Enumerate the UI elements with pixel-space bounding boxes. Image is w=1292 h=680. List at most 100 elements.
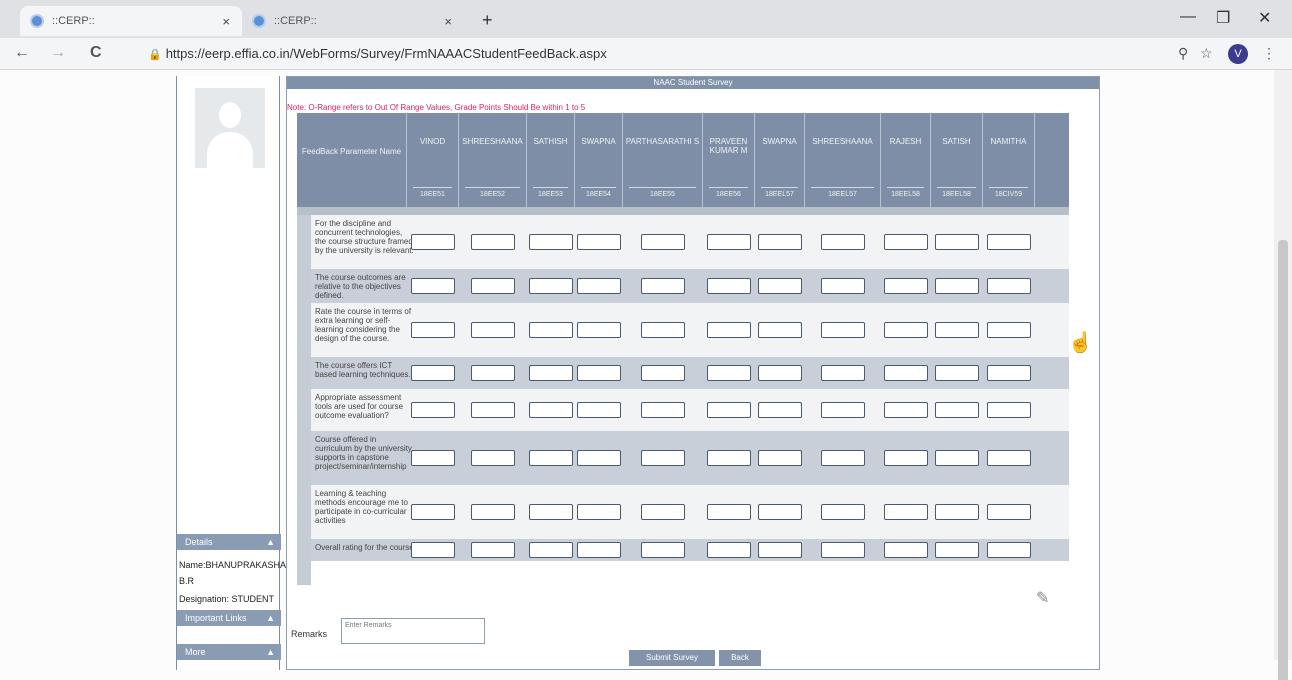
grade-input[interactable] xyxy=(987,234,1031,250)
grade-input[interactable] xyxy=(821,365,865,381)
remarks-field[interactable] xyxy=(341,618,485,644)
url-field[interactable]: 🔒 https://eerp.effia.co.in/WebForms/Surve… xyxy=(148,46,607,61)
close-tab-icon[interactable]: × xyxy=(444,14,452,29)
grade-input[interactable] xyxy=(884,504,928,520)
grade-input[interactable] xyxy=(411,234,455,250)
kebab-menu-icon[interactable]: ⋮ xyxy=(1262,45,1276,62)
tab-cerp-1[interactable]: ::CERP:: × xyxy=(20,6,242,36)
grade-input[interactable] xyxy=(411,322,455,338)
grade-input[interactable] xyxy=(758,278,802,294)
collapse-icon[interactable]: ▲ xyxy=(266,534,275,550)
grade-input[interactable] xyxy=(884,234,928,250)
grade-input[interactable] xyxy=(987,504,1031,520)
grade-input[interactable] xyxy=(987,365,1031,381)
reload-icon[interactable]: C xyxy=(90,44,102,62)
grade-input[interactable] xyxy=(529,450,573,466)
grade-input[interactable] xyxy=(641,450,685,466)
minimize-button[interactable]: — xyxy=(1180,8,1196,26)
grade-input[interactable] xyxy=(987,450,1031,466)
grade-input[interactable] xyxy=(707,365,751,381)
grade-input[interactable] xyxy=(821,504,865,520)
grade-input[interactable] xyxy=(641,402,685,418)
grade-input[interactable] xyxy=(471,542,515,558)
grade-input[interactable] xyxy=(821,234,865,250)
grade-input[interactable] xyxy=(641,504,685,520)
important-links-header[interactable]: Important Links ▲ xyxy=(177,610,281,626)
grade-input[interactable] xyxy=(821,322,865,338)
back-icon[interactable]: ← xyxy=(14,44,30,62)
profile-avatar[interactable]: V xyxy=(1228,44,1248,64)
grade-input[interactable] xyxy=(758,542,802,558)
scroll-thumb[interactable] xyxy=(1278,240,1288,680)
grade-input[interactable] xyxy=(411,365,455,381)
star-icon[interactable]: ☆ xyxy=(1200,45,1213,62)
grade-input[interactable] xyxy=(821,450,865,466)
close-tab-icon[interactable]: × xyxy=(222,14,230,29)
grade-input[interactable] xyxy=(471,278,515,294)
grade-input[interactable] xyxy=(707,542,751,558)
grade-input[interactable] xyxy=(471,322,515,338)
grade-input[interactable] xyxy=(884,278,928,294)
submit-survey-button[interactable]: Submit Survey xyxy=(629,650,715,666)
grade-input[interactable] xyxy=(411,402,455,418)
grade-input[interactable] xyxy=(641,322,685,338)
grade-input[interactable] xyxy=(935,542,979,558)
page-scrollbar[interactable] xyxy=(1274,70,1292,680)
restore-button[interactable]: ❐ xyxy=(1216,8,1230,28)
grade-input[interactable] xyxy=(935,450,979,466)
grade-input[interactable] xyxy=(935,278,979,294)
grade-input[interactable] xyxy=(707,450,751,466)
grade-input[interactable] xyxy=(471,504,515,520)
grade-input[interactable] xyxy=(987,322,1031,338)
grade-input[interactable] xyxy=(641,278,685,294)
grade-input[interactable] xyxy=(884,402,928,418)
grade-input[interactable] xyxy=(577,450,621,466)
grade-input[interactable] xyxy=(707,278,751,294)
grade-input[interactable] xyxy=(987,402,1031,418)
grade-input[interactable] xyxy=(758,450,802,466)
grade-input[interactable] xyxy=(471,402,515,418)
grade-input[interactable] xyxy=(411,450,455,466)
grade-input[interactable] xyxy=(935,504,979,520)
grade-input[interactable] xyxy=(935,322,979,338)
grade-input[interactable] xyxy=(577,365,621,381)
grade-input[interactable] xyxy=(884,365,928,381)
grade-input[interactable] xyxy=(707,322,751,338)
more-panel-header[interactable]: More ▲ xyxy=(177,644,281,660)
back-button[interactable]: Back xyxy=(719,650,761,666)
collapse-icon[interactable]: ▲ xyxy=(266,644,275,660)
grade-input[interactable] xyxy=(529,402,573,418)
grade-input[interactable] xyxy=(529,542,573,558)
collapse-icon[interactable]: ▲ xyxy=(266,610,275,626)
grade-input[interactable] xyxy=(577,504,621,520)
grade-input[interactable] xyxy=(758,234,802,250)
grade-input[interactable] xyxy=(577,278,621,294)
grade-input[interactable] xyxy=(641,234,685,250)
grade-input[interactable] xyxy=(471,450,515,466)
grade-input[interactable] xyxy=(529,234,573,250)
grade-input[interactable] xyxy=(707,504,751,520)
grade-input[interactable] xyxy=(529,365,573,381)
grade-input[interactable] xyxy=(884,542,928,558)
grade-input[interactable] xyxy=(411,504,455,520)
grade-input[interactable] xyxy=(529,278,573,294)
grade-input[interactable] xyxy=(471,365,515,381)
zoom-icon[interactable]: ⚲ xyxy=(1178,45,1188,62)
grade-input[interactable] xyxy=(758,365,802,381)
grade-input[interactable] xyxy=(987,542,1031,558)
grade-input[interactable] xyxy=(471,234,515,250)
grade-input[interactable] xyxy=(935,365,979,381)
grade-input[interactable] xyxy=(821,278,865,294)
tab-cerp-2[interactable]: ::CERP:: × xyxy=(242,6,464,36)
grade-input[interactable] xyxy=(707,234,751,250)
grade-input[interactable] xyxy=(577,322,621,338)
grade-input[interactable] xyxy=(577,402,621,418)
grade-input[interactable] xyxy=(758,504,802,520)
grade-input[interactable] xyxy=(411,278,455,294)
grade-input[interactable] xyxy=(758,322,802,338)
grade-input[interactable] xyxy=(529,322,573,338)
grade-input[interactable] xyxy=(641,542,685,558)
grade-input[interactable] xyxy=(529,504,573,520)
grade-input[interactable] xyxy=(821,402,865,418)
grade-input[interactable] xyxy=(884,450,928,466)
